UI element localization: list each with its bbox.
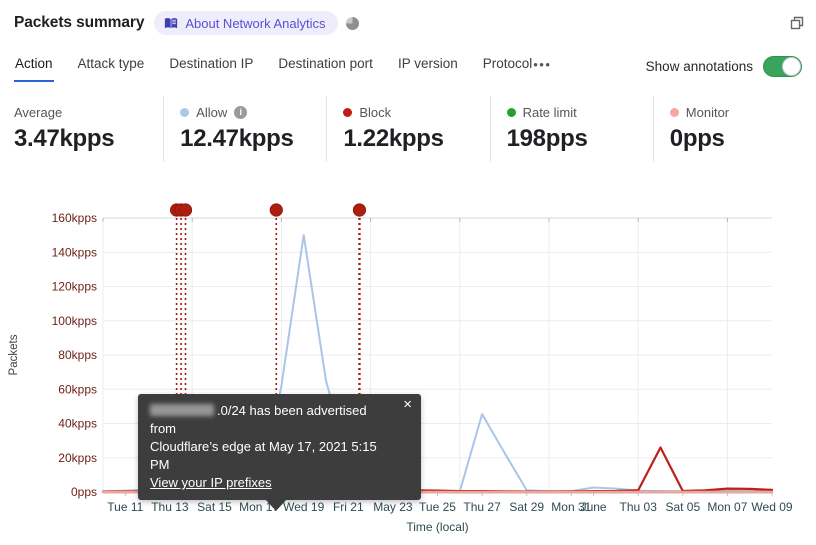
- svg-text:40kpps: 40kpps: [58, 417, 97, 431]
- tab-ip-version[interactable]: IP version: [397, 50, 459, 82]
- svg-text:Fri 21: Fri 21: [333, 500, 364, 514]
- stat-value: 12.47kpps: [180, 125, 294, 152]
- tab-attack-type[interactable]: Attack type: [77, 50, 146, 82]
- stat-rate-limit: Rate limit 198pps: [489, 96, 653, 162]
- stat-label: Block: [359, 104, 392, 120]
- stat-block: Block 1.22kpps: [326, 96, 489, 162]
- tooltip-line1: .0/24 has been advertised from: [150, 403, 367, 436]
- page-title: Packets summary: [14, 14, 145, 31]
- svg-text:Tue 25: Tue 25: [419, 500, 456, 514]
- x-axis-title: Time (local): [406, 520, 468, 534]
- tooltip-line2: Cloudflare’s edge at May 17, 2021 5:15 P…: [150, 439, 377, 472]
- annotation-dot[interactable]: [269, 203, 283, 217]
- svg-text:0pps: 0pps: [71, 485, 97, 499]
- legend-dot: [180, 107, 190, 117]
- about-network-analytics-badge[interactable]: About Network Analytics: [154, 11, 338, 35]
- svg-text:80kpps: 80kpps: [58, 348, 97, 362]
- annotation-tooltip: × .0/24 has been advertised from Cloudfl…: [138, 394, 421, 511]
- redacted-ip-prefix: [150, 404, 214, 416]
- svg-text:Wed 09: Wed 09: [751, 500, 792, 514]
- svg-text:Sat 29: Sat 29: [509, 500, 544, 514]
- svg-text:Sat 05: Sat 05: [665, 500, 700, 514]
- y-axis-title: Packets: [8, 334, 20, 375]
- stat-label: Rate limit: [522, 104, 577, 120]
- show-annotations-label: Show annotations: [645, 58, 753, 74]
- view-ip-prefixes-link[interactable]: View your IP prefixes: [150, 475, 272, 490]
- tab-action[interactable]: Action: [14, 50, 54, 82]
- svg-text:60kpps: 60kpps: [58, 382, 97, 396]
- svg-text:Thu 13: Thu 13: [151, 500, 189, 514]
- svg-text:160kpps: 160kpps: [52, 211, 97, 225]
- toggle-knob: [782, 56, 801, 76]
- stat-value: 3.47kpps: [14, 125, 115, 152]
- svg-text:100kpps: 100kpps: [52, 314, 97, 328]
- annotation-dot[interactable]: [178, 203, 193, 217]
- stat-label: Average: [14, 104, 63, 120]
- show-annotations-toggle[interactable]: [763, 55, 802, 77]
- svg-text:Tue 11: Tue 11: [107, 500, 143, 514]
- header: Packets summary About Network Analytics: [14, 10, 804, 36]
- svg-text:Thu 03: Thu 03: [620, 500, 658, 514]
- tooltip-caret: [265, 499, 287, 511]
- stat-label: Allow: [196, 104, 228, 120]
- stat-average: Average 3.47kpps: [0, 96, 163, 162]
- stat-value: 0pps: [669, 125, 725, 152]
- stat-monitor: Monitor 0pps: [652, 96, 816, 162]
- legend-dot: [506, 107, 516, 117]
- about-badge-label: About Network Analytics: [185, 15, 326, 31]
- tabs-more-button[interactable]: •••: [533, 57, 551, 75]
- annotation-dot[interactable]: [352, 203, 367, 217]
- svg-text:Thu 27: Thu 27: [463, 500, 501, 514]
- window-restore-icon[interactable]: [790, 16, 804, 30]
- stat-label: Monitor: [685, 104, 730, 120]
- stat-value: 198pps: [506, 125, 588, 152]
- svg-text:120kpps: 120kpps: [52, 280, 97, 294]
- svg-text:May 23: May 23: [373, 500, 413, 514]
- sampling-indicator-icon: [345, 16, 359, 30]
- tab-protocol[interactable]: Protocol: [482, 50, 534, 82]
- tab-destination-port[interactable]: Destination port: [277, 50, 374, 82]
- svg-text:140kpps: 140kpps: [52, 245, 97, 259]
- svg-text:Mon 07: Mon 07: [707, 500, 747, 514]
- show-annotations-group: Show annotations: [645, 55, 802, 77]
- stats-row: Average 3.47kpps Allow i 12.47kpps Block 1.22k…: [0, 96, 816, 162]
- svg-text:Sat 15: Sat 15: [197, 500, 232, 514]
- legend-dot: [343, 107, 353, 117]
- tab-destination-ip[interactable]: Destination IP: [168, 50, 254, 82]
- stat-allow: Allow i 12.47kpps: [163, 96, 326, 162]
- book-icon: [164, 17, 178, 30]
- tooltip-close-icon[interactable]: ×: [403, 397, 412, 413]
- svg-text:20kpps: 20kpps: [58, 451, 97, 465]
- tabs-row: Action Attack type Destination IP Destinati…: [14, 50, 802, 82]
- stat-value: 1.22kpps: [343, 125, 444, 152]
- svg-text:June: June: [581, 500, 607, 514]
- legend-dot: [669, 107, 679, 117]
- info-icon[interactable]: i: [234, 105, 248, 119]
- svg-text:Wed 19: Wed 19: [283, 500, 324, 514]
- tabs: Action Attack type Destination IP Destinati…: [14, 50, 533, 82]
